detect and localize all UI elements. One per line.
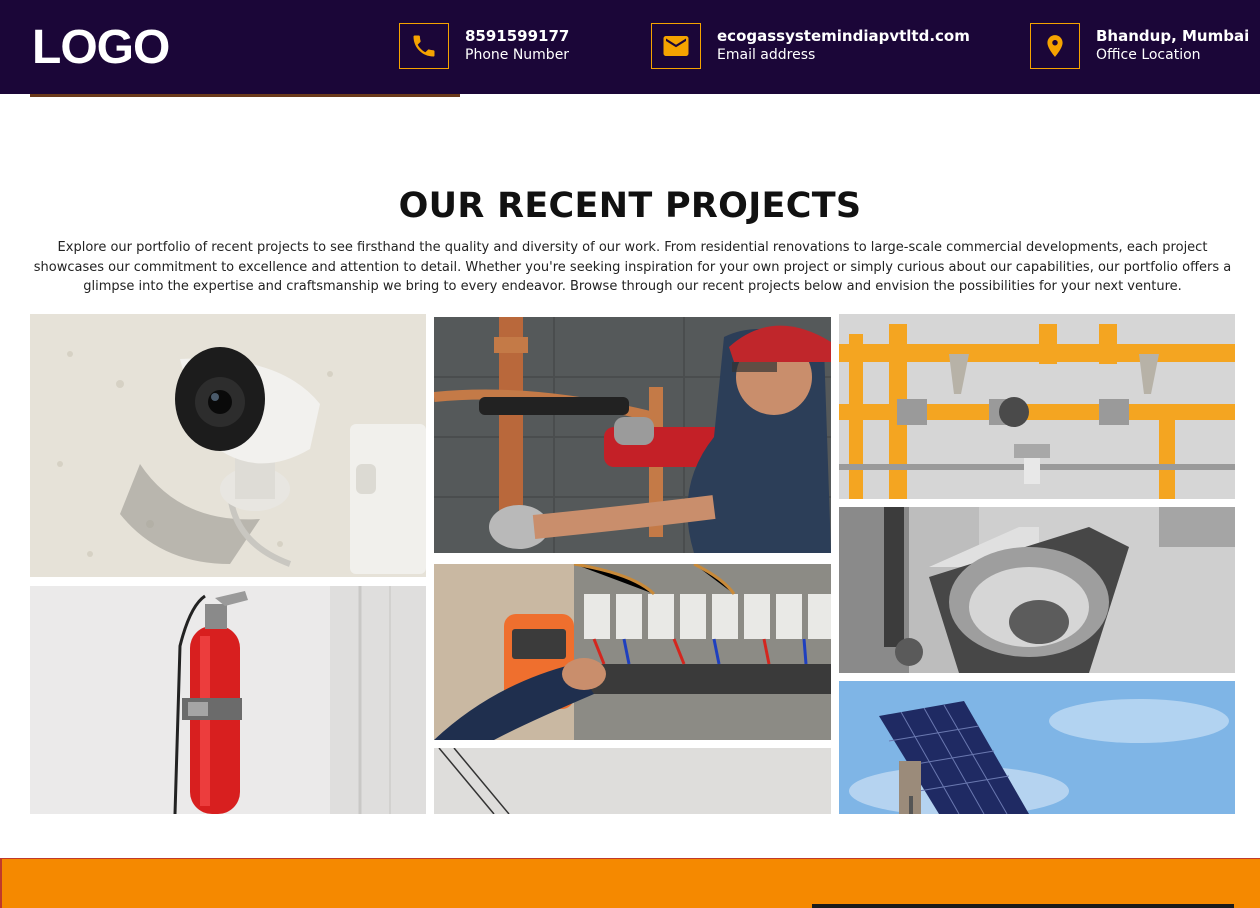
project-image-solar-panel[interactable] (839, 681, 1235, 814)
email-label: Email address (717, 47, 816, 63)
project-image-wall-cables[interactable] (434, 748, 831, 814)
project-image-gas-pipeline[interactable] (839, 314, 1235, 499)
footer-dark-block (812, 904, 1234, 908)
section-description: Explore our portfolio of recent projects… (33, 240, 1232, 294)
contact-email[interactable]: ecogassystemindiapvtltd.com Email addres… (651, 23, 970, 69)
footer-band (0, 858, 1260, 908)
project-image-fire-extinguisher[interactable] (30, 586, 426, 814)
mail-icon (651, 23, 701, 69)
phone-icon (399, 23, 449, 69)
project-image-cctv-camera[interactable] (30, 314, 426, 577)
section-title: OUR RECENT PROJECTS (398, 186, 862, 226)
site-logo[interactable]: LOGO (32, 20, 170, 75)
top-header: LOGO 8591599177 Phone Number ecogassyste… (0, 0, 1260, 94)
phone-number[interactable]: 8591599177 (465, 27, 569, 45)
map-pin-icon (1030, 23, 1080, 69)
phone-label: Phone Number (465, 47, 570, 63)
email-address[interactable]: ecogassystemindiapvtltd.com (717, 27, 970, 45)
project-image-electrical-panel[interactable] (434, 564, 831, 740)
header-divider (30, 94, 460, 97)
location-label: Office Location (1096, 47, 1201, 63)
project-image-plumber-pipe[interactable] (434, 317, 831, 553)
office-location[interactable]: Bhandup, Mumbai (1096, 27, 1249, 45)
project-image-steel-toilet[interactable] (839, 507, 1235, 673)
contact-location[interactable]: Bhandup, Mumbai Office Location (1030, 23, 1249, 69)
contact-phone[interactable]: 8591599177 Phone Number (399, 23, 569, 69)
